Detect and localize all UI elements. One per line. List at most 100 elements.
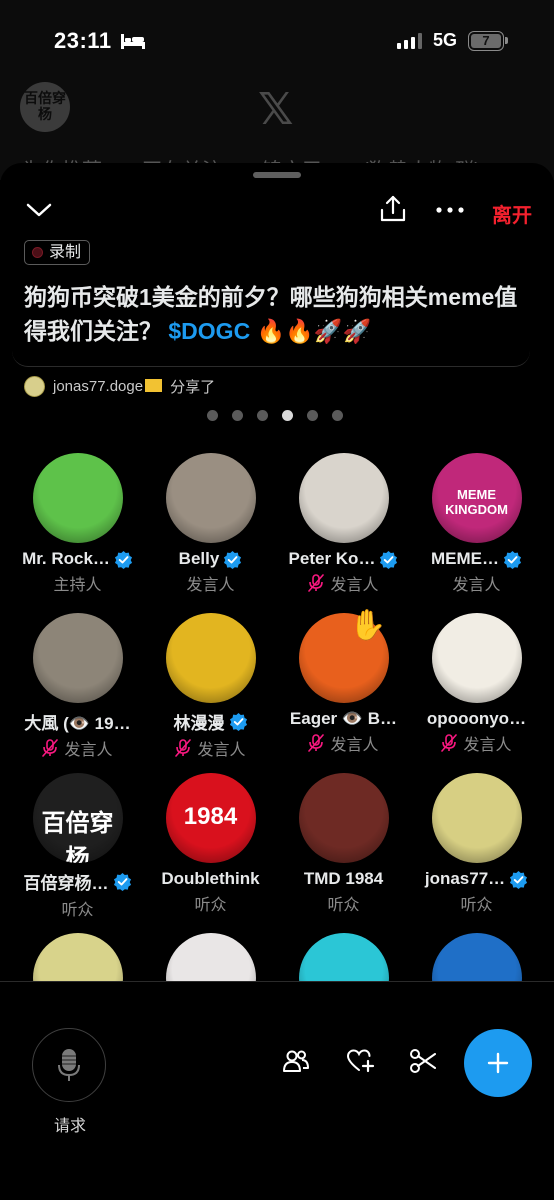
sleep-focus-icon (121, 34, 145, 49)
participant-avatar[interactable] (165, 453, 256, 543)
space-title-emoji: 🔥🔥🚀🚀 (256, 318, 372, 344)
participant[interactable]: TMD 1984 听众 (277, 773, 410, 915)
participant-name: Eager 👁️ B… (289, 709, 398, 728)
page-indicator (207, 410, 343, 421)
participant[interactable]: MEME KINGDOM MEME… 发言人 (410, 453, 543, 595)
participant-avatar[interactable]: 1984 (165, 773, 256, 863)
participant[interactable]: Mr. Rock… 主持人 (11, 453, 144, 595)
battery-level: 7 (471, 34, 501, 48)
recording-badge-label: 录制 (49, 244, 82, 261)
participant-name: 林漫漫 (144, 709, 277, 734)
participant-role: 听众 (460, 897, 493, 914)
participant-role: 发言人 (277, 731, 410, 755)
participant[interactable]: 大風 (👁️ 19… 发言人 (11, 613, 144, 760)
participant-avatar[interactable] (431, 613, 522, 703)
space-title: 狗狗币突破1美金的前夕？哪些狗狗相关meme值得我们关注？ $DOGC 🔥🔥🚀🚀 (24, 280, 534, 348)
request-label: 请求 (54, 1118, 87, 1135)
avatar-text: MEME KINGDOM (445, 487, 508, 517)
shared-by-row[interactable]: jonas77.doge 分享了 (24, 375, 215, 397)
cellular-signal-icon (397, 33, 422, 49)
participant-role: 发言人 (277, 571, 410, 595)
participant-avatar[interactable] (165, 613, 256, 703)
page-dot[interactable] (232, 410, 243, 421)
page-dot[interactable] (282, 410, 293, 421)
clock: 23:11 (54, 28, 112, 53)
participant-avatar[interactable] (298, 453, 389, 543)
muted-mic-icon (308, 734, 325, 752)
participant-role: 听众 (61, 902, 94, 919)
participant-name: Peter Ko… (277, 549, 410, 569)
request-mic-button[interactable] (32, 1028, 106, 1102)
share-icon[interactable] (380, 195, 406, 223)
verified-badge-icon (510, 870, 528, 889)
cashtag-link[interactable]: $DOGC (168, 318, 250, 344)
chevron-down-icon[interactable] (26, 201, 52, 219)
participant-avatar[interactable]: 百倍穿杨 (32, 773, 123, 863)
participant[interactable]: Belly 发言人 (144, 453, 277, 595)
page-dot[interactable] (207, 410, 218, 421)
raised-hand-icon: ✋ (349, 609, 387, 642)
people-icon[interactable] (283, 1049, 309, 1073)
participant-name: jonas77… (410, 869, 543, 889)
compose-button[interactable] (464, 1029, 532, 1097)
network-type: 5G (433, 30, 458, 50)
more-options-icon[interactable] (436, 207, 464, 213)
x-logo-icon: 𝕏 (258, 85, 294, 134)
verified-badge-icon (380, 550, 398, 569)
participant[interactable]: 1984 Doublethink 听众 (144, 773, 277, 915)
participant[interactable]: opooonyo… 发言人 (410, 613, 543, 755)
participant-avatar[interactable] (32, 453, 123, 543)
verified-badge-icon (113, 872, 131, 891)
page-dot[interactable] (257, 410, 268, 421)
muted-mic-icon (308, 574, 325, 592)
participant-role: 发言人 (410, 731, 543, 755)
status-bar: 23:11 5G 7 (0, 0, 554, 70)
leave-button[interactable]: 离开 (492, 199, 532, 228)
sheet-grabber[interactable] (253, 172, 301, 178)
sharer-name: jonas77.doge (53, 378, 163, 395)
sharer-avatar (24, 375, 45, 397)
muted-mic-icon (441, 734, 458, 752)
participant-avatar[interactable] (32, 613, 123, 703)
participant-avatar[interactable] (431, 773, 522, 863)
muted-mic-icon (42, 739, 59, 757)
participant-role: 发言人 (186, 577, 235, 594)
participant-name: TMD 1984 (303, 869, 384, 888)
verified-badge-icon (229, 712, 247, 731)
participant[interactable]: Peter Ko… 发言人 (277, 453, 410, 595)
participant-name: opooonyo… (426, 709, 527, 728)
participant-avatar[interactable]: MEME KINGDOM (431, 453, 522, 543)
plus-icon (487, 1052, 509, 1074)
page-dot[interactable] (307, 410, 318, 421)
avatar-text: 1984 (183, 803, 238, 830)
clip-scissors-icon[interactable] (410, 1049, 436, 1073)
participant-role: 发言人 (11, 736, 144, 760)
participant-name: 百倍穿杨… (11, 869, 144, 894)
participant-avatar[interactable] (298, 773, 389, 863)
profile-avatar: 百倍穿杨 (20, 82, 70, 132)
participant-role: 听众 (194, 897, 227, 914)
participant-name: Mr. Rock… (11, 549, 144, 569)
battery-icon: 7 (468, 31, 508, 51)
title-divider (12, 351, 530, 367)
microphone-icon (58, 1049, 80, 1081)
participant[interactable]: 百倍穿杨百倍穿杨… 听众 (11, 773, 144, 920)
participant-role: 发言人 (452, 577, 501, 594)
participant-name: 大風 (👁️ 19… (24, 714, 131, 733)
page-dot[interactable] (332, 410, 343, 421)
participant[interactable]: 林漫漫 发言人 (144, 613, 277, 760)
heart-plus-icon[interactable] (347, 1049, 375, 1073)
participant-role: 听众 (327, 897, 360, 914)
participant-name: Belly (144, 549, 277, 569)
verified-badge-icon (114, 550, 132, 569)
avatar-text: 百倍穿杨 (41, 810, 114, 863)
participant-name: Doublethink (161, 869, 260, 888)
verified-badge-icon (503, 550, 522, 569)
bottom-bar: 请求 (0, 981, 554, 1200)
participant[interactable]: Eager 👁️ B… 发言人 (277, 613, 410, 755)
muted-mic-icon (175, 739, 192, 757)
shared-suffix: 分享了 (170, 378, 216, 396)
participant[interactable]: jonas77… 听众 (410, 773, 543, 915)
participant-role: 主持人 (53, 577, 102, 594)
participant-name: MEME… (410, 549, 543, 569)
